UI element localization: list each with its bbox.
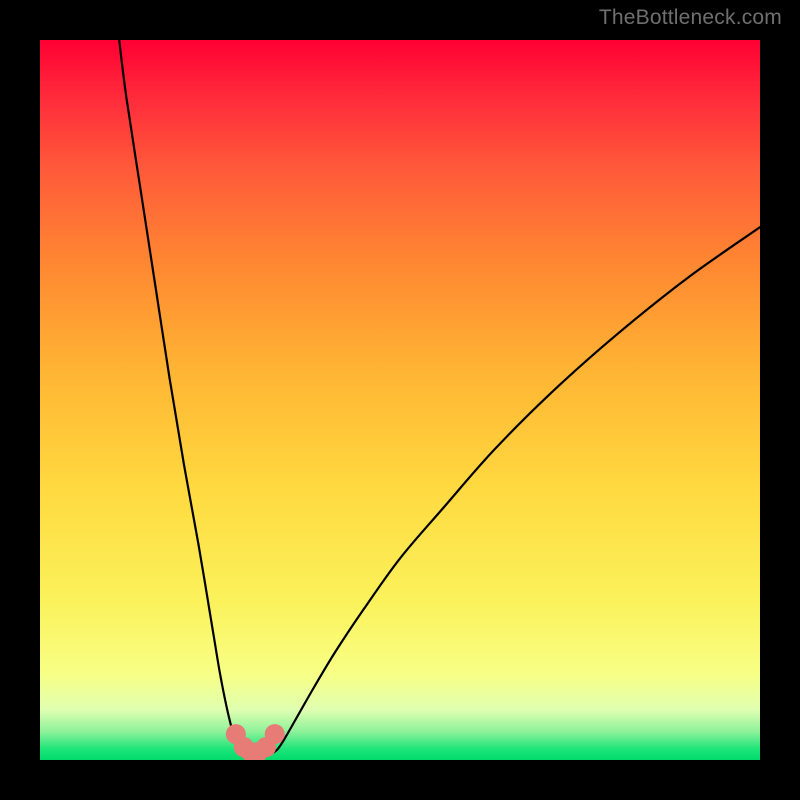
chart-frame: TheBottleneck.com: [0, 0, 800, 800]
curve-right: [270, 227, 760, 754]
trough-markers: [226, 724, 285, 760]
trough-marker: [265, 724, 285, 744]
chart-svg: [40, 40, 760, 760]
curve-left: [119, 40, 241, 754]
watermark-text: TheBottleneck.com: [599, 6, 782, 30]
plot-area: [40, 40, 760, 760]
